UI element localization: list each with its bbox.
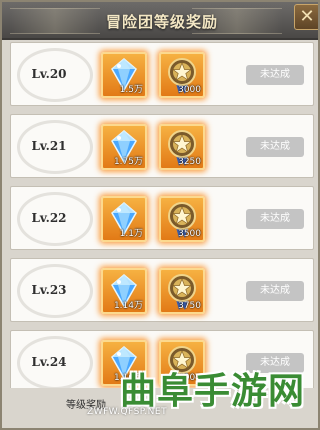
reward-panel: 冒险团等级奖励 ✕ Lv.20 1.5万 3000 未达成 Lv.21 1.75万 3250… xyxy=(0,0,320,430)
level-label: Lv.23 xyxy=(31,283,67,297)
level-label: Lv.24 xyxy=(31,355,67,369)
reward-item-gem[interactable]: 1.75万 xyxy=(101,124,147,170)
level-label: Lv.22 xyxy=(31,211,67,225)
gem-count: 1.14万 xyxy=(113,301,143,311)
medal-count: 3750 xyxy=(178,301,201,311)
reward-item-medal[interactable]: 3750 xyxy=(159,268,205,314)
reward-row: Lv.22 1.1万 3500 未达成 xyxy=(10,186,314,250)
reward-row: Lv.20 1.5万 3000 未达成 xyxy=(10,42,314,106)
medal-count: 3250 xyxy=(178,157,201,167)
level-label: Lv.20 xyxy=(31,67,67,81)
status-button[interactable]: 未达成 xyxy=(246,281,304,301)
reward-row: Lv.23 1.14万 3750 未达成 xyxy=(10,258,314,322)
gem-count: 1.5万 xyxy=(119,85,143,95)
gem-count: 1.75万 xyxy=(113,157,143,167)
title-bar: 冒险团等级奖励 ✕ xyxy=(2,2,318,40)
reward-item-gem[interactable]: 1.5万 xyxy=(101,52,147,98)
medal-count: 3500 xyxy=(178,229,201,239)
status-button[interactable]: 未达成 xyxy=(246,65,304,85)
gem-count: 1.1万 xyxy=(119,229,143,239)
close-icon: ✕ xyxy=(299,6,315,27)
status-button[interactable]: 未达成 xyxy=(246,209,304,229)
reward-item-medal[interactable]: 3250 xyxy=(159,124,205,170)
level-label: Lv.21 xyxy=(31,139,67,153)
reward-item-medal[interactable]: 3500 xyxy=(159,196,205,242)
reward-list[interactable]: Lv.20 1.5万 3000 未达成 Lv.21 1.75万 3250 未达成 Lv.22 1.… xyxy=(10,42,314,388)
watermark-url: ZWFW.QFSP.NET xyxy=(87,407,168,417)
close-button[interactable]: ✕ xyxy=(294,4,318,30)
window-title: 冒险团等级奖励 xyxy=(105,13,218,31)
reward-item-medal[interactable]: 3000 xyxy=(159,52,205,98)
medal-count: 3000 xyxy=(178,85,201,95)
reward-item-gem[interactable]: 1.1万 xyxy=(101,196,147,242)
reward-row: Lv.21 1.75万 3250 未达成 xyxy=(10,114,314,178)
status-button[interactable]: 未达成 xyxy=(246,137,304,157)
reward-item-gem[interactable]: 1.14万 xyxy=(101,268,147,314)
